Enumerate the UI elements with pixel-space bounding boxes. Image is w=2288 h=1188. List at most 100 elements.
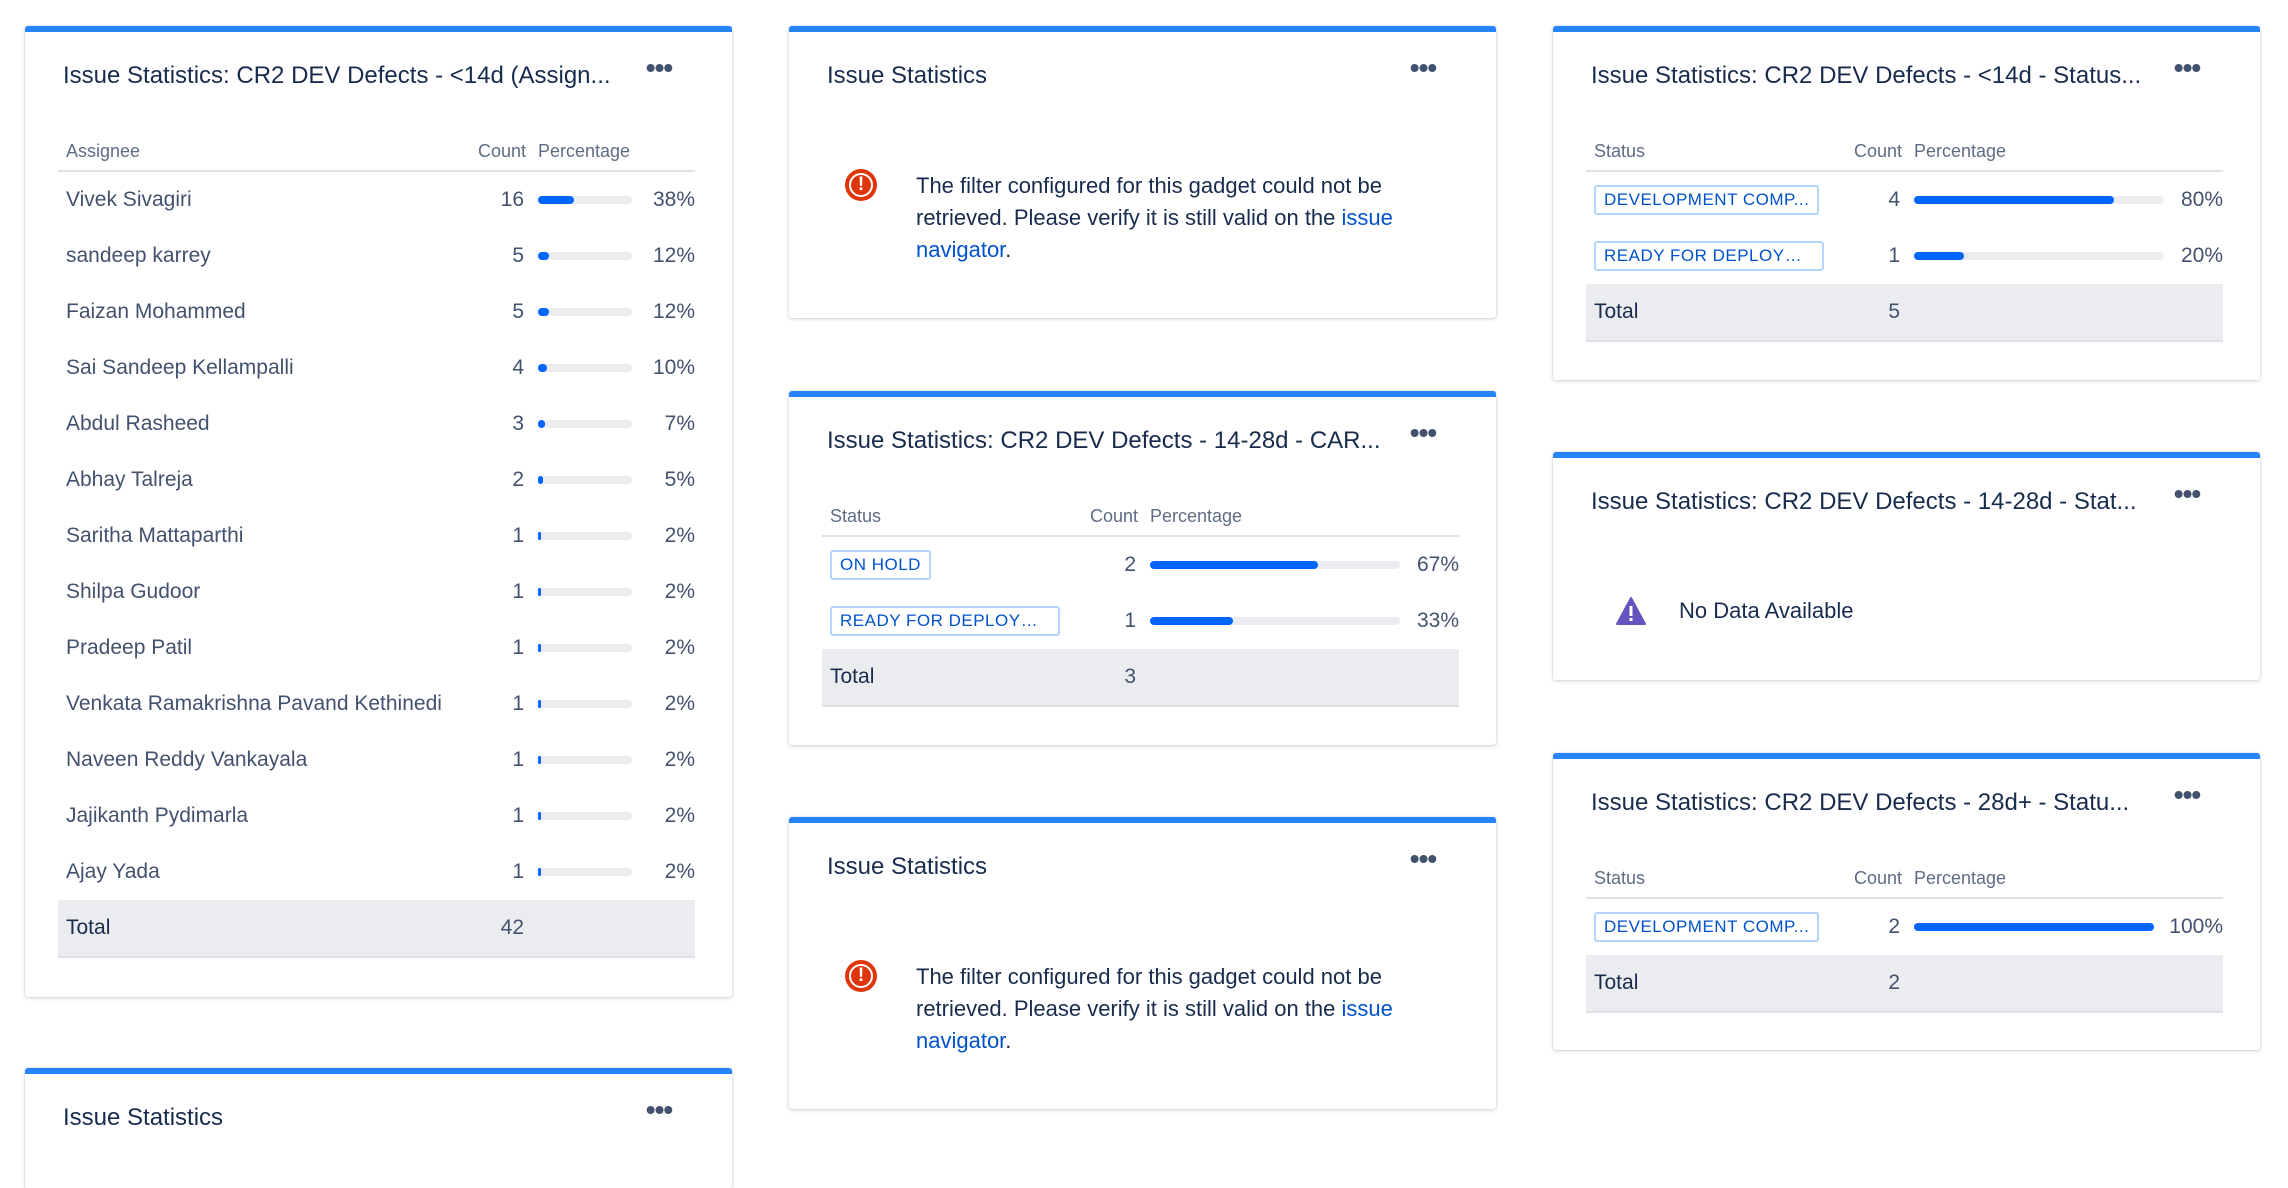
gadget-menu-icon[interactable]: ••• (1406, 419, 1440, 449)
row-count[interactable]: 16 (458, 171, 530, 228)
table-row: Shilpa Gudoor 1 2% (58, 564, 695, 620)
row-count[interactable]: 1 (458, 508, 530, 564)
row-bar-cell (1142, 593, 1400, 649)
percentage-bar-fill (538, 476, 543, 485)
percentage-bar-fill (538, 812, 541, 821)
gadget-title: Issue Statistics (827, 62, 988, 89)
stats-table: Assignee Count Percentage Vivek Sivagiri… (58, 132, 695, 958)
percentage-bar-fill (1150, 617, 1233, 626)
table-row: DEVELOPMENT COMP... 4 80% (1586, 171, 2223, 228)
row-bar-cell (530, 620, 632, 676)
row-count[interactable]: 1 (1834, 228, 1906, 284)
status-lozenge[interactable]: READY FOR DEPLOYM... (1594, 241, 1824, 271)
row-count[interactable]: 5 (458, 228, 530, 284)
row-count[interactable]: 2 (1070, 536, 1142, 593)
table-row: Abdul Rasheed 3 7% (58, 396, 695, 452)
gadget-error-bottom: Issue Statistics ••• ! The filter config… (789, 817, 1496, 1109)
row-count[interactable]: 2 (1834, 898, 1906, 955)
row-percentage: 38% (652, 188, 695, 211)
total-label: Total (1586, 955, 1834, 1013)
total-count: 5 (1834, 284, 1906, 342)
status-lozenge[interactable]: READY FOR DEPLOYM... (830, 606, 1060, 636)
row-percentage: 12% (652, 300, 695, 323)
col-count: Count (458, 132, 530, 172)
table-row: Vivek Sivagiri 16 38% (58, 171, 695, 228)
gadget-menu-icon[interactable]: ••• (2170, 54, 2204, 84)
row-bar-cell (530, 676, 632, 732)
percentage-bar-fill (538, 252, 549, 261)
error-suffix: . (1005, 237, 1012, 262)
percentage-bar-fill (538, 532, 541, 541)
total-row: Total 42 (58, 900, 695, 958)
assignee-name: Naveen Reddy Vankayala (66, 748, 308, 771)
total-label: Total (58, 900, 458, 958)
gadget-menu-icon[interactable]: ••• (642, 54, 676, 84)
gadget-menu-icon[interactable]: ••• (1406, 54, 1440, 84)
col-percentage: Percentage (1906, 859, 2223, 899)
row-percentage: 2% (664, 748, 695, 771)
gadget-menu-icon[interactable]: ••• (1406, 845, 1440, 875)
total-empty (530, 900, 632, 958)
row-percentage: 10% (652, 356, 695, 379)
percentage-bar-fill (538, 868, 541, 877)
row-count[interactable]: 4 (1834, 171, 1906, 228)
total-row: Total 2 (1586, 955, 2223, 1013)
row-count[interactable]: 1 (458, 564, 530, 620)
assignee-name: Ajay Yada (66, 860, 160, 883)
status-lozenge[interactable]: DEVELOPMENT COMP... (1594, 912, 1820, 942)
gadget-menu-icon[interactable]: ••• (2170, 480, 2204, 510)
table-row: Naveen Reddy Vankayala 1 2% (58, 732, 695, 788)
row-bar-cell (530, 844, 632, 900)
row-percentage: 33% (1416, 609, 1459, 632)
row-bar-cell (530, 228, 632, 284)
row-count[interactable]: 1 (1070, 593, 1142, 649)
row-name-cell: READY FOR DEPLOYM... (1586, 228, 1834, 284)
percentage-bar (538, 644, 632, 653)
row-count[interactable]: 2 (458, 452, 530, 508)
stats-table: Status Count Percentage ON HOLD 2 67% READY… (822, 497, 1459, 707)
col-count: Count (1834, 132, 1906, 172)
table-row: ON HOLD 2 67% (822, 536, 1459, 593)
percentage-bar-fill (538, 308, 549, 317)
col-percentage: Percentage (530, 132, 695, 172)
gadget-title: Issue Statistics: CR2 DEV Defects - 28d+… (1591, 789, 2130, 816)
error-icon: ! (845, 960, 877, 992)
row-count[interactable]: 3 (458, 396, 530, 452)
percentage-bar-fill (538, 588, 541, 597)
stats-table: Status Count Percentage DEVELOPMENT COMP… (1586, 859, 2223, 1013)
percentage-bar (538, 420, 632, 429)
row-count[interactable]: 1 (458, 788, 530, 844)
percentage-bar (538, 252, 632, 261)
col-assignee: Assignee (58, 132, 458, 172)
row-percentage: 2% (664, 580, 695, 603)
status-lozenge[interactable]: DEVELOPMENT COMP... (1594, 185, 1820, 215)
row-count[interactable]: 1 (458, 676, 530, 732)
gadget-car-stats: Issue Statistics: CR2 DEV Defects - 14-2… (789, 391, 1496, 745)
gadget-menu-icon[interactable]: ••• (642, 1096, 676, 1126)
row-count[interactable]: 4 (458, 340, 530, 396)
row-bar-cell (530, 284, 632, 340)
total-label: Total (822, 649, 1070, 707)
error-text: The filter configured for this gadget co… (916, 173, 1382, 230)
gadget-title: Issue Statistics: CR2 DEV Defects - <14d… (1591, 62, 2142, 89)
row-count[interactable]: 5 (458, 284, 530, 340)
status-lozenge[interactable]: ON HOLD (830, 550, 931, 580)
percentage-bar (538, 700, 632, 709)
row-count[interactable]: 1 (458, 620, 530, 676)
row-percentage: 7% (664, 412, 695, 435)
assignee-name: Vivek Sivagiri (66, 188, 192, 211)
row-count[interactable]: 1 (458, 844, 530, 900)
table-row: Ajay Yada 1 2% (58, 844, 695, 900)
percentage-bar-fill (538, 420, 545, 429)
stats-table-body: Vivek Sivagiri 16 38% sandeep karrey 5 12% Fai… (58, 171, 695, 958)
percentage-bar (538, 364, 632, 373)
gadget-menu-icon[interactable]: ••• (2170, 781, 2204, 811)
row-name-cell: ON HOLD (822, 536, 1070, 593)
total-label: Total (1586, 284, 1834, 342)
gadget-title: Issue Statistics: CR2 DEV Defects - 14-2… (827, 427, 1381, 454)
row-count[interactable]: 1 (458, 732, 530, 788)
row-bar-cell (530, 452, 632, 508)
row-percentage: 2% (664, 804, 695, 827)
percentage-bar (538, 812, 632, 821)
error-text: The filter configured for this gadget co… (916, 964, 1382, 1021)
